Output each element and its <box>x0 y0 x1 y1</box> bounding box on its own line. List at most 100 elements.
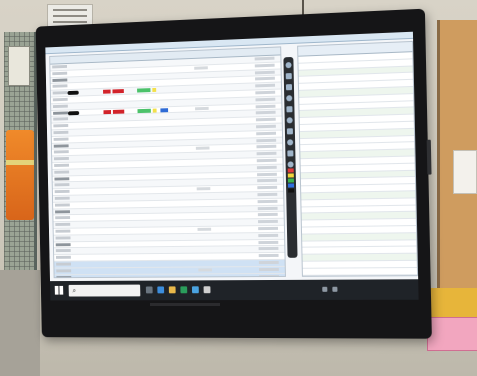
black-marker-pill <box>67 90 79 96</box>
row-status-cell <box>255 104 276 108</box>
row-note-cell <box>197 227 212 231</box>
row-status-cell <box>258 260 279 264</box>
row-status-cell <box>255 83 276 88</box>
eraser-tool-icon[interactable] <box>286 95 293 102</box>
screenshot-tool-icon[interactable] <box>287 150 294 157</box>
orange-safety-vest <box>6 130 34 220</box>
row-label-cell <box>56 269 72 273</box>
row-label-cell <box>52 71 68 76</box>
secondary-pane-rows <box>298 52 418 277</box>
secondary-pane[interactable] <box>297 40 419 277</box>
row-status-cell <box>258 254 279 258</box>
row-status-cell <box>256 158 277 163</box>
row-status-cell <box>256 145 277 149</box>
status-color-chip <box>112 109 125 114</box>
vest-reflective-stripe <box>6 160 34 165</box>
row-status-cell <box>255 117 276 122</box>
status-color-chip <box>152 88 157 93</box>
color-swatch-black[interactable] <box>288 188 295 193</box>
row-status-cell <box>255 97 276 102</box>
annotation-toolbar[interactable] <box>283 56 298 258</box>
row-label-cell <box>54 170 70 174</box>
row-label-cell <box>53 150 69 154</box>
row-status-cell <box>258 226 279 231</box>
row-status-cell <box>256 151 277 156</box>
row-status-cell <box>258 219 278 224</box>
row-status-cell <box>257 206 278 210</box>
row-note-cell <box>195 106 209 110</box>
spreadsheet-pane[interactable] <box>49 46 286 279</box>
row-label-cell <box>54 203 70 207</box>
row-label-cell <box>52 84 68 89</box>
row-label-cell <box>53 111 68 115</box>
status-color-chip <box>112 89 124 94</box>
row-status-cell <box>255 111 276 115</box>
text-tool-icon[interactable] <box>286 117 293 124</box>
row-label-cell <box>55 209 70 213</box>
edge-browser-icon[interactable] <box>157 286 165 294</box>
row-status-cell <box>257 179 278 183</box>
row-status-cell <box>255 90 276 95</box>
file-explorer-icon[interactable] <box>168 286 176 294</box>
app-icon-blue[interactable] <box>191 286 199 294</box>
spreadsheet-rows <box>50 55 286 279</box>
status-color-chip <box>137 88 151 93</box>
row-status-cell <box>259 274 280 278</box>
row-status-cell <box>257 185 278 190</box>
row-status-cell <box>257 213 278 217</box>
row-note-cell <box>194 66 208 70</box>
pointer-tool-icon[interactable] <box>285 62 292 69</box>
status-color-chip <box>103 89 111 94</box>
windows-start-icon[interactable] <box>54 285 64 295</box>
status-color-chip <box>160 107 169 112</box>
row-status-cell <box>254 70 275 75</box>
status-color-chip <box>103 109 112 114</box>
wall-pillar <box>0 270 40 376</box>
color-swatch-red[interactable] <box>287 168 294 173</box>
row-status-cell <box>258 247 279 251</box>
row-status-cell <box>254 56 275 61</box>
pen-tool-icon[interactable] <box>285 73 292 80</box>
row-status-cell <box>256 124 276 129</box>
row-label-cell <box>53 143 69 148</box>
row-label-cell <box>54 163 70 167</box>
photo-scene: ⌕ <box>0 0 477 376</box>
zoom-tool-icon[interactable] <box>287 161 294 168</box>
network-icon[interactable] <box>322 286 328 292</box>
color-swatch-blue[interactable] <box>288 183 295 188</box>
color-swatch-yellow[interactable] <box>287 173 294 178</box>
secondary-pane-row <box>302 274 418 277</box>
pink-sticker-label <box>427 317 477 351</box>
row-label-cell <box>52 64 68 69</box>
cage-label <box>8 46 30 86</box>
app-icon-gray[interactable] <box>203 286 211 294</box>
row-status-cell <box>258 240 279 244</box>
row-label-cell <box>55 255 71 259</box>
monitor-screen: ⌕ <box>45 31 419 301</box>
row-status-cell <box>256 165 277 169</box>
volume-icon[interactable] <box>332 286 338 292</box>
row-label-cell <box>53 130 69 135</box>
row-label-cell <box>56 262 72 266</box>
table-row[interactable] <box>54 273 286 279</box>
row-status-cell <box>254 63 275 68</box>
row-status-cell <box>258 233 279 237</box>
undo-tool-icon[interactable] <box>286 128 293 135</box>
row-label-cell <box>55 242 71 246</box>
row-label-cell <box>54 183 70 187</box>
highlighter-tool-icon[interactable] <box>285 84 293 91</box>
shape-tool-icon[interactable] <box>286 106 293 113</box>
row-label-cell <box>55 249 71 253</box>
row-label-cell <box>54 196 70 200</box>
row-label-cell <box>53 117 69 121</box>
redo-tool-icon[interactable] <box>287 139 294 146</box>
row-status-cell <box>257 192 278 197</box>
task-view-icon[interactable] <box>145 286 153 294</box>
excel-icon[interactable] <box>180 286 188 294</box>
row-status-cell <box>256 131 277 136</box>
taskbar-search-box[interactable] <box>68 284 141 297</box>
row-label-cell <box>53 137 69 141</box>
row-status-cell <box>257 199 278 203</box>
color-swatch-green[interactable] <box>287 178 294 183</box>
row-label-cell <box>55 236 71 240</box>
